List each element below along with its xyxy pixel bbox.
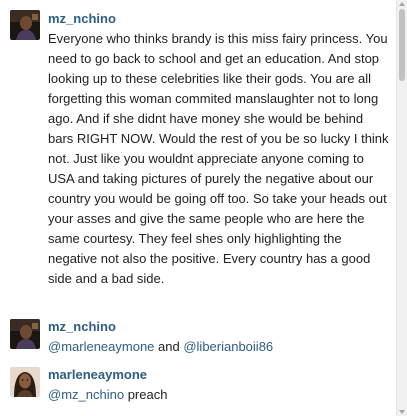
comment-username[interactable]: marleneaymone: [48, 367, 390, 383]
vertical-scrollbar[interactable]: [396, 0, 407, 416]
mention-link[interactable]: @mz_nchino: [48, 387, 124, 402]
comment-text: Everyone who thinks brandy is this miss …: [48, 31, 389, 286]
comment-list: mz_nchino Everyone who thinks brandy is …: [0, 0, 396, 416]
user-avatar-icon[interactable]: [10, 319, 40, 349]
comment-username[interactable]: mz_nchino: [48, 319, 390, 335]
user-avatar-icon[interactable]: [10, 367, 40, 397]
scroll-up-arrow-icon[interactable]: [399, 2, 405, 6]
user-avatar-icon[interactable]: [10, 10, 40, 40]
mention-link[interactable]: @marleneaymone: [48, 339, 154, 354]
comment-joiner-text: and: [154, 339, 184, 354]
comment-text: @mz_nchino preach: [48, 385, 390, 405]
comment-text: @marleneaymone and @liberianboii86: [48, 337, 390, 357]
comment-username[interactable]: mz_nchino: [48, 11, 390, 27]
mention-link[interactable]: @liberianboii86: [183, 339, 273, 354]
comment-body-text: preach: [124, 387, 168, 402]
scrollbar-thumb[interactable]: [399, 9, 405, 81]
scroll-down-arrow-icon[interactable]: [399, 410, 405, 414]
